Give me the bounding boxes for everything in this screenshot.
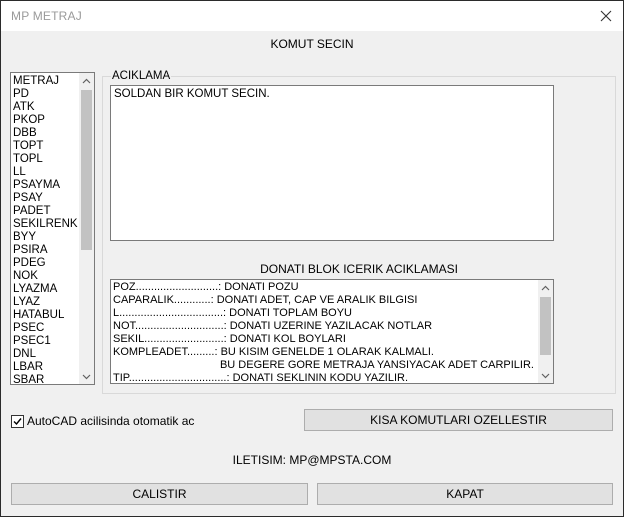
description-textbox[interactable]: SOLDAN BIR KOMUT SECIN. (110, 85, 554, 241)
scroll-down-button[interactable] (79, 369, 94, 384)
block-info-heading: DONATI BLOK ICERIK ACIKLAMASI (260, 262, 458, 276)
customize-shortcuts-button[interactable]: KISA KOMUTLARI OZELLESTIR (304, 409, 613, 431)
chevron-up-icon (82, 78, 91, 83)
chevron-down-icon (82, 374, 91, 379)
block-info-line: KOMPLEADET.........: BU KISIM GENELDE 1 … (113, 346, 434, 358)
scroll-up-button[interactable] (79, 73, 94, 88)
block-info-line: BU DEGERE GORE METRAJA YANSIYACAK ADET C… (113, 359, 534, 371)
block-info-line: NOT.............................: DONATI… (113, 320, 433, 332)
command-list-scrollbar[interactable] (79, 73, 94, 384)
run-button[interactable]: CALISTIR (11, 483, 308, 505)
title-bar[interactable]: MP METRAJ (1, 1, 623, 31)
close-window-button[interactable] (589, 1, 623, 31)
dialog-window: MP METRAJ KOMUT SECIN METRAJ PD ATK PKOP DBB… (0, 0, 624, 517)
chevron-up-icon (541, 285, 550, 290)
block-scroll-up-button[interactable] (538, 280, 553, 295)
block-info-scrollbar[interactable] (538, 280, 553, 383)
contact-info: ILETISIM: MP@MPSTA.COM (232, 453, 392, 467)
aciklama-label: ACIKLAMA (111, 70, 172, 82)
autocad-autostart-row[interactable]: AutoCAD acilisinda otomatik ac (11, 414, 194, 428)
autocad-autostart-checkbox[interactable] (11, 414, 24, 428)
chevron-down-icon (541, 373, 550, 378)
command-listbox[interactable]: METRAJ PD ATK PKOP DBB TOPT TOPL LL PSAYMA PSAY PA… (10, 72, 95, 385)
command-list-scroll-thumb[interactable] (81, 90, 92, 250)
komut-secin-heading: KOMUT SECIN (270, 37, 354, 51)
block-info-lines: POZ...........................: DONATI P… (111, 280, 553, 384)
block-info-textbox[interactable]: POZ...........................: DONATI P… (110, 279, 554, 384)
close-icon (600, 10, 612, 22)
block-scroll-down-button[interactable] (538, 368, 553, 383)
block-info-line: TIP................................: DON… (113, 372, 409, 384)
description-text: SOLDAN BIR KOMUT SECIN. (114, 88, 270, 100)
block-info-line: SEKIL..........................: DONATI … (113, 333, 346, 345)
close-button[interactable]: KAPAT (317, 483, 613, 505)
block-info-scroll-thumb[interactable] (540, 297, 551, 355)
window-title: MP METRAJ (11, 9, 82, 23)
block-info-line: CAPARALIK............: DONATI ADET, CAP … (113, 294, 418, 306)
block-info-line: L..................................: DON… (113, 307, 352, 319)
block-info-line: POZ...........................: DONATI P… (113, 281, 299, 293)
autocad-autostart-label: AutoCAD acilisinda otomatik ac (27, 414, 195, 428)
checkmark-icon (13, 417, 22, 425)
